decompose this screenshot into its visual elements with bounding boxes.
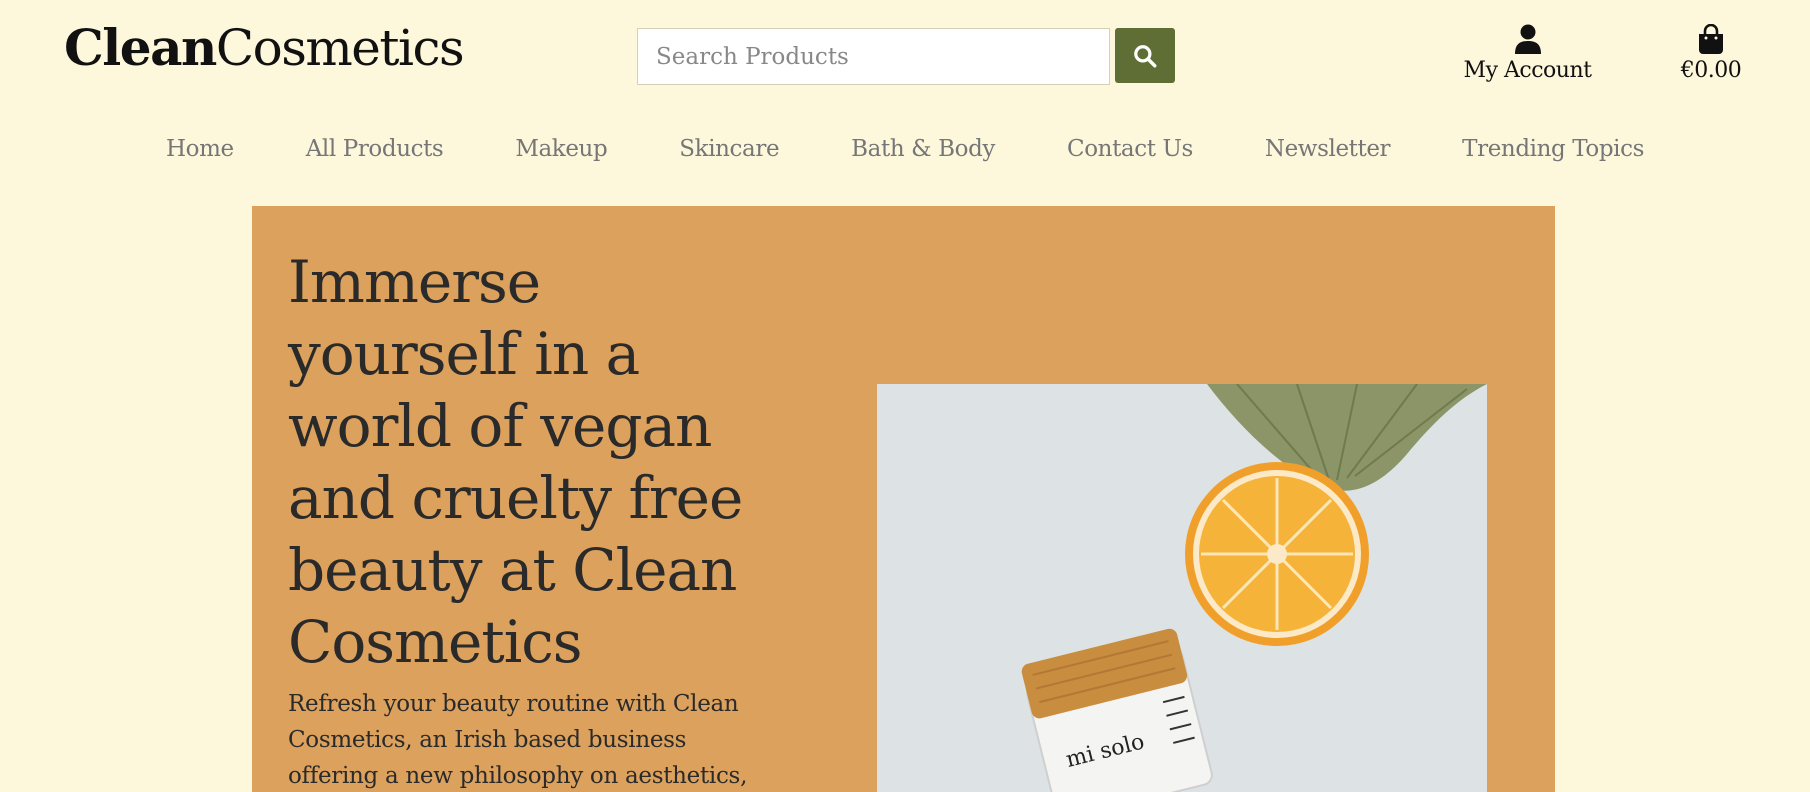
- nav-skincare[interactable]: Skincare: [679, 136, 779, 162]
- nav-newsletter[interactable]: Newsletter: [1265, 136, 1391, 162]
- orange-slice-illustration: [1185, 462, 1369, 646]
- cosmetic-jar-illustration: mi solo: [1021, 628, 1213, 792]
- shopping-bag-icon: [1699, 24, 1723, 54]
- hero-heading: Immerse yourself in a world of vegan and…: [288, 248, 743, 676]
- search-button[interactable]: [1115, 28, 1175, 83]
- my-account-label: My Account: [1463, 58, 1592, 83]
- search-input[interactable]: [637, 28, 1110, 85]
- main-nav: Home All Products Makeup Skincare Bath &…: [0, 136, 1810, 162]
- nav-bath-body[interactable]: Bath & Body: [851, 136, 995, 162]
- nav-all-products[interactable]: All Products: [306, 136, 444, 162]
- my-account-link[interactable]: My Account: [1460, 24, 1595, 83]
- nav-contact-us[interactable]: Contact Us: [1067, 136, 1193, 162]
- search-icon: [1134, 44, 1157, 67]
- hero-description: Refresh your beauty routine with Clean C…: [288, 691, 748, 789]
- brand-logo[interactable]: CleanCosmetics: [64, 18, 465, 77]
- nav-trending-topics[interactable]: Trending Topics: [1462, 136, 1644, 162]
- hero-product-image: mi solo: [877, 384, 1487, 792]
- brand-name-bold: Clean: [64, 18, 217, 77]
- cart-link[interactable]: €0.00: [1665, 24, 1757, 83]
- user-icon: [1514, 24, 1541, 54]
- cart-total: €0.00: [1680, 58, 1742, 83]
- nav-makeup[interactable]: Makeup: [515, 136, 607, 162]
- hero-section: Immerse yourself in a world of vegan and…: [252, 206, 1555, 792]
- nav-home[interactable]: Home: [166, 136, 234, 162]
- brand-name-regular: Cosmetics: [215, 19, 465, 77]
- search-bar: [637, 28, 1175, 85]
